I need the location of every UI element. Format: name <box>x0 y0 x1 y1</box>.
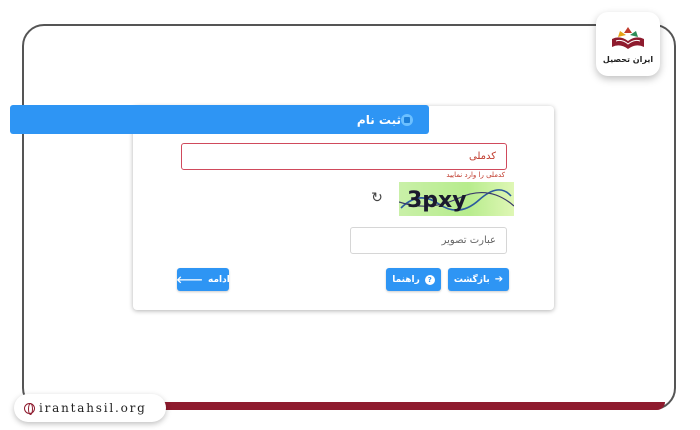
refresh-icon[interactable]: ↻ <box>369 190 385 206</box>
logo-card: ایران تحصیل <box>596 12 660 76</box>
logo-text: ایران تحصیل <box>602 54 654 64</box>
next-button-label: ادامه <box>208 274 230 285</box>
captcha-input[interactable] <box>350 227 507 254</box>
card-title: ثبت نام <box>356 112 401 127</box>
card-header: ثبت نام <box>10 105 429 134</box>
stage: ایران تحصیل irantahsil.org ثبت نام کدملی… <box>0 0 700 430</box>
globe-icon <box>24 402 35 415</box>
question-icon: ? <box>424 274 435 285</box>
captcha-text: 3pxy <box>407 188 467 213</box>
captcha-image: 3pxy <box>399 182 514 216</box>
website-text: irantahsil.org <box>39 401 147 415</box>
help-button-label: راهنما <box>392 274 420 285</box>
national-id-input[interactable] <box>181 143 507 170</box>
arrow-left-icon: 🡐 <box>176 274 203 286</box>
logo-book-icon <box>612 26 644 49</box>
website-pill[interactable]: irantahsil.org <box>14 394 166 422</box>
error-message: کدملی را وارد نمایید <box>446 171 505 179</box>
register-icon <box>401 113 413 126</box>
arrow-right-icon: ➔ <box>494 274 504 285</box>
back-button[interactable]: ➔ بازگشت <box>448 268 509 291</box>
next-button[interactable]: ادامه 🡐 <box>176 268 230 291</box>
help-button[interactable]: ? راهنما <box>386 268 441 291</box>
bottom-bar <box>150 402 665 410</box>
back-button-label: بازگشت <box>453 274 490 285</box>
